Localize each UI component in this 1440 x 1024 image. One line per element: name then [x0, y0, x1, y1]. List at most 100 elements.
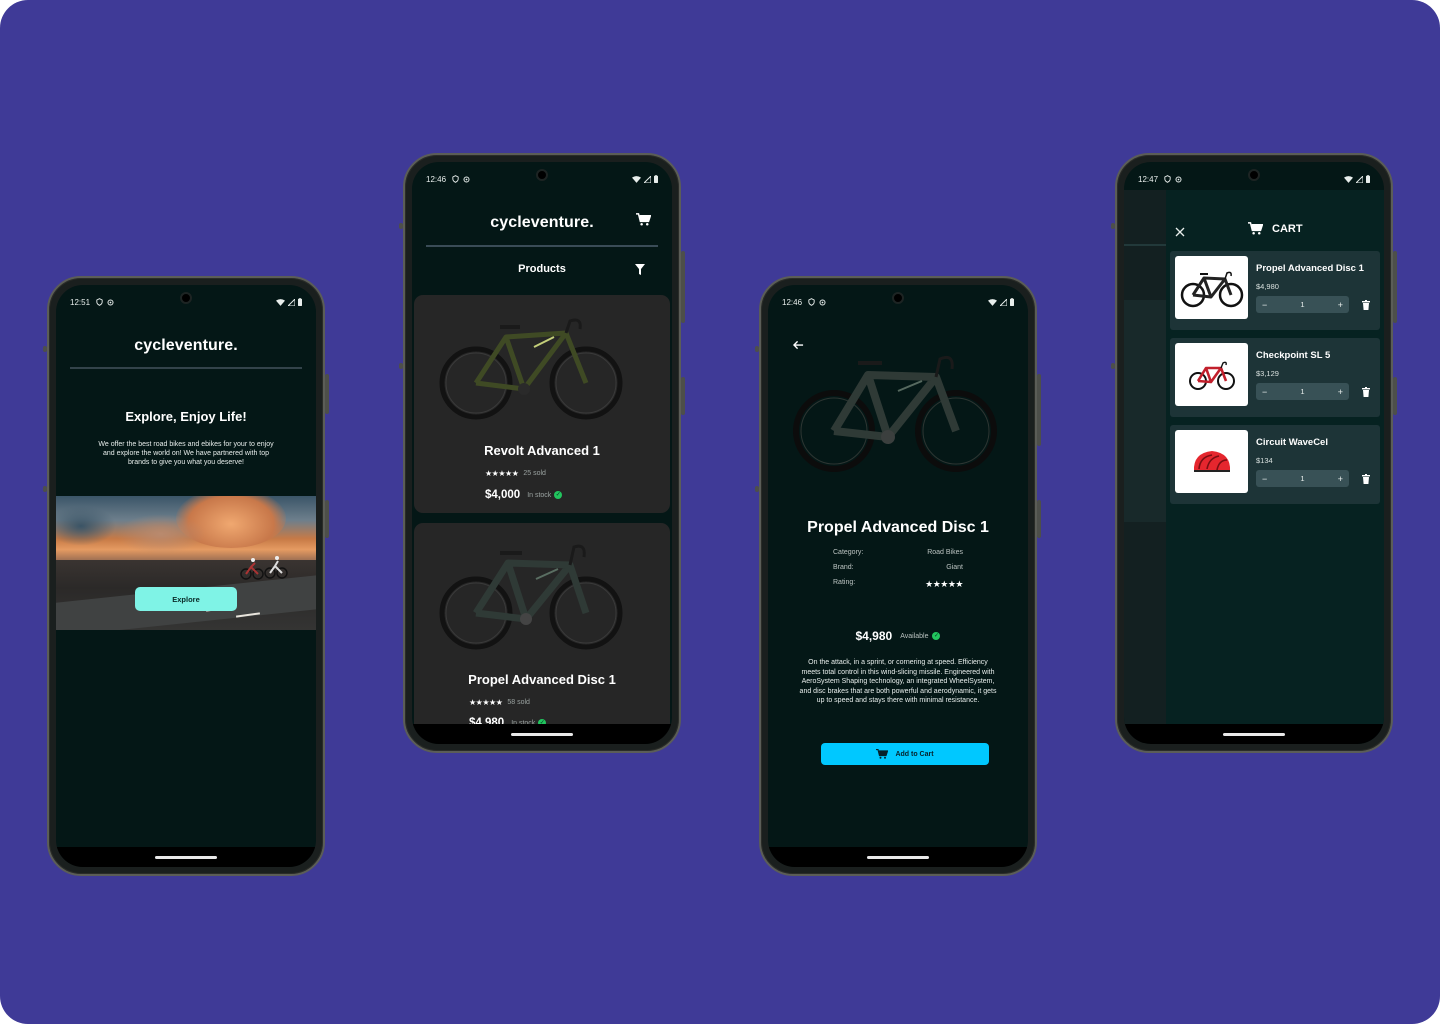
cart-item-name: Circuit WaveCel	[1256, 437, 1328, 448]
signal-icon	[644, 175, 651, 183]
cart-item-thumbnail	[1175, 430, 1248, 493]
product-rating: ★★★★★ 25 sold	[485, 469, 546, 478]
stock-label: In stock	[527, 491, 552, 499]
battery-icon	[298, 298, 302, 306]
volume-button	[1037, 374, 1041, 446]
shield-icon	[96, 298, 103, 306]
sync-icon	[107, 298, 114, 306]
wifi-icon	[632, 175, 641, 183]
power-button	[1037, 500, 1041, 538]
header-divider	[426, 245, 658, 247]
side-notch	[43, 346, 47, 352]
power-button	[1393, 377, 1397, 415]
minus-icon[interactable]: −	[1262, 300, 1267, 310]
cart-item: Checkpoint SL 5 $3,129 − 1 +	[1170, 338, 1380, 417]
phone-products: 12:46 cycleventure. Products Revolt Adva…	[399, 153, 685, 753]
quantity-stepper: − 1 +	[1256, 296, 1349, 313]
hero-headline: Explore, Enjoy Life!	[125, 409, 247, 424]
product-image	[793, 355, 997, 472]
home-indicator[interactable]	[511, 733, 573, 736]
filter-button[interactable]	[632, 261, 648, 277]
side-notch	[755, 486, 759, 492]
camera-hole	[892, 292, 904, 304]
product-image	[439, 318, 623, 420]
app-brand: cycleventure.	[490, 214, 594, 231]
product-image	[439, 544, 623, 650]
screen: 12:51 cycleventure. Explore, Enjoy Life!…	[56, 285, 316, 867]
product-rating: ★★★★★ 58 sold	[469, 698, 530, 707]
sync-icon	[1175, 175, 1182, 183]
cart-item-price: $134	[1256, 456, 1273, 465]
screen: 12:47 CART Propel Advanced Disc 1 $4,980…	[1124, 162, 1384, 744]
home-indicator[interactable]	[867, 856, 929, 859]
camera-hole	[1248, 169, 1260, 181]
remove-item-button[interactable]	[1360, 298, 1372, 312]
sync-icon	[819, 298, 826, 306]
plus-icon[interactable]: +	[1338, 387, 1343, 397]
stock-status: In stock ✓	[527, 491, 563, 499]
side-notch	[43, 486, 47, 492]
spec-label: Brand:	[833, 564, 854, 571]
product-card[interactable]: Propel Advanced Disc 1 ★★★★★ 58 sold $4,…	[414, 523, 670, 743]
trash-icon	[1362, 387, 1370, 397]
plus-icon[interactable]: +	[1338, 300, 1343, 310]
phone-home: 12:51 cycleventure. Explore, Enjoy Life!…	[43, 276, 329, 876]
side-notch	[399, 223, 403, 229]
screen: 12:46 Propel Advanced Disc 1 Category: R…	[768, 285, 1028, 867]
home-indicator[interactable]	[1223, 733, 1285, 736]
road-bike-image	[1188, 361, 1235, 390]
plus-icon[interactable]: +	[1338, 474, 1343, 484]
trash-icon	[1362, 300, 1370, 310]
check-circle-icon: ✓	[932, 632, 941, 640]
spec-row: Brand: Giant	[833, 564, 963, 571]
minus-icon[interactable]: −	[1262, 474, 1267, 484]
cart-item-thumbnail	[1175, 343, 1248, 406]
spec-row: Category: Road Bikes	[833, 549, 963, 556]
product-price-row: $4,000 In stock ✓	[485, 489, 563, 501]
minus-icon[interactable]: −	[1262, 387, 1267, 397]
availability: Available ✓	[900, 632, 941, 640]
product-title: Propel Advanced Disc 1	[807, 519, 989, 536]
add-to-cart-button[interactable]: Add to Cart	[821, 743, 989, 765]
product-price: $4,980	[855, 629, 893, 643]
quantity-value: 1	[1300, 474, 1305, 483]
product-price: $4,000	[485, 489, 521, 501]
spec-label: Category:	[833, 549, 864, 556]
drawer-scrim[interactable]	[1124, 190, 1166, 744]
battery-icon	[1010, 298, 1014, 306]
cart-icon	[1248, 222, 1263, 235]
spec-value: Road Bikes	[927, 549, 963, 556]
filter-icon	[635, 263, 645, 275]
camera-hole	[180, 292, 192, 304]
status-time: 12:46	[426, 174, 447, 184]
product-card[interactable]: Revolt Advanced 1 ★★★★★ 25 sold $4,000 I…	[414, 295, 670, 513]
status-time: 12:46	[782, 297, 803, 307]
wifi-icon	[276, 298, 285, 306]
battery-icon	[1366, 175, 1370, 183]
cart-item-price: $3,129	[1256, 369, 1279, 378]
signal-icon	[1000, 298, 1007, 306]
volume-button	[325, 374, 329, 414]
wifi-icon	[1344, 175, 1353, 183]
sold-count: 58 sold	[507, 699, 530, 706]
volume-button	[1393, 251, 1397, 323]
wifi-icon	[988, 298, 997, 306]
remove-item-button[interactable]	[1360, 385, 1372, 399]
cart-button[interactable]	[634, 210, 652, 228]
cart-item-price: $4,980	[1256, 282, 1279, 291]
explore-button[interactable]: Explore	[135, 587, 237, 611]
status-time: 12:47	[1138, 174, 1159, 184]
side-notch	[399, 363, 403, 369]
power-button	[681, 377, 685, 415]
home-indicator[interactable]	[155, 856, 217, 859]
close-button[interactable]	[1172, 224, 1188, 240]
cart-item: Propel Advanced Disc 1 $4,980 − 1 +	[1170, 251, 1380, 330]
signal-icon	[288, 298, 295, 306]
power-button	[325, 500, 329, 538]
rating-stars: ★★★★★	[485, 469, 519, 478]
spec-label: Rating:	[833, 579, 856, 586]
rating-stars: ★★★★★	[925, 579, 963, 589]
product-description: On the attack, in a sprint, or cornering…	[799, 659, 997, 704]
product-name: Propel Advanced Disc 1	[468, 672, 616, 687]
remove-item-button[interactable]	[1360, 472, 1372, 486]
